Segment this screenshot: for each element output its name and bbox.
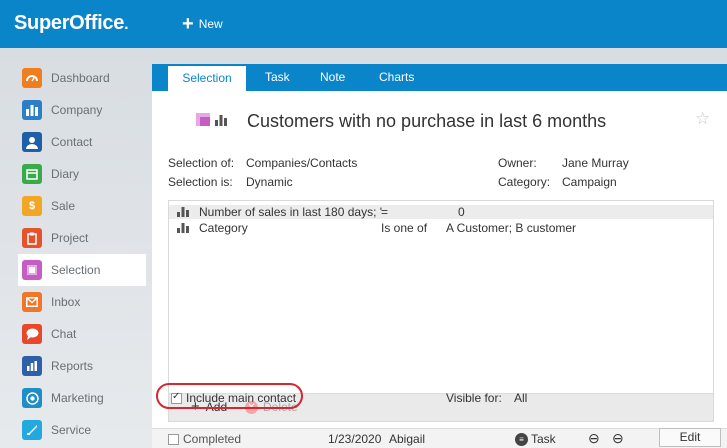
task-icon: ≡ bbox=[515, 432, 528, 446]
dashboard-icon bbox=[22, 68, 42, 88]
selection-icon bbox=[22, 260, 42, 280]
tab-task[interactable]: Task bbox=[265, 64, 290, 91]
selection-is-value: Dynamic bbox=[246, 175, 293, 189]
completed-checkbox[interactable]: Completed bbox=[168, 432, 241, 446]
new-button[interactable]: + New bbox=[182, 13, 223, 35]
sidebar-item-label: Selection bbox=[51, 263, 101, 277]
sidebar-item-marketing[interactable]: Marketing bbox=[18, 382, 146, 414]
sidebar-item-company[interactable]: Company bbox=[18, 94, 146, 126]
sidebar-item-label: Project bbox=[51, 231, 89, 245]
service-icon bbox=[22, 420, 42, 440]
owner-value: Jane Murray bbox=[562, 156, 629, 170]
tab-charts[interactable]: Charts bbox=[379, 64, 414, 91]
project-icon bbox=[22, 228, 42, 248]
field-icon bbox=[177, 222, 189, 236]
favorite-star-icon[interactable]: ☆ bbox=[695, 109, 710, 129]
visible-for-label: Visible for: bbox=[446, 391, 502, 405]
sidebar-item-reports[interactable]: Reports bbox=[18, 350, 146, 382]
company-icon bbox=[22, 100, 42, 120]
checkbox-unchecked-icon[interactable] bbox=[168, 434, 179, 445]
sidebar-item-inbox[interactable]: Inbox bbox=[18, 286, 146, 318]
plus-icon: + bbox=[182, 13, 194, 35]
category-value: Campaign bbox=[562, 175, 617, 189]
contact-icon bbox=[22, 132, 42, 152]
criteria-operator: = bbox=[381, 205, 389, 219]
diary-icon bbox=[22, 164, 42, 184]
next-arrow-icon[interactable]: ⊖ bbox=[612, 430, 624, 447]
sidebar-item-selection[interactable]: Selection bbox=[18, 254, 146, 286]
inbox-icon bbox=[22, 292, 42, 312]
tab-selection[interactable]: Selection bbox=[168, 64, 246, 91]
field-icon bbox=[177, 206, 189, 220]
sidebar-item-label: Inbox bbox=[51, 295, 81, 309]
top-bar: SuperOffice. + New bbox=[0, 0, 727, 48]
sidebar-item-diary[interactable]: Diary bbox=[18, 158, 146, 190]
superoffice-logo[interactable]: SuperOffice. bbox=[14, 12, 129, 35]
sidebar-item-label: Service bbox=[51, 423, 92, 437]
criteria-row[interactable]: Number of sales in last 180 days; ' = 0 bbox=[169, 205, 713, 219]
sidebar: Dashboard Company Contact Diary $ Sale P… bbox=[18, 62, 146, 446]
sidebar-item-project[interactable]: Project bbox=[18, 222, 146, 254]
criteria-operator: Is one of bbox=[381, 221, 428, 235]
criteria-row[interactable]: Category Is one of A Customer; B custome… bbox=[169, 221, 713, 235]
criteria-value: 0 bbox=[458, 205, 465, 219]
selection-of-value: Companies/Contacts bbox=[246, 156, 358, 170]
criteria-field: Number of sales in last 180 days; ' bbox=[199, 205, 383, 219]
owner-label: Owner: bbox=[498, 156, 537, 170]
task-label: Task bbox=[531, 432, 556, 446]
sidebar-item-service[interactable]: Service bbox=[18, 414, 146, 446]
criteria-value: A Customer; B customer bbox=[446, 221, 577, 235]
sidebar-item-label: Diary bbox=[51, 167, 80, 181]
category-label: Category: bbox=[498, 175, 551, 189]
sidebar-item-label: Dashboard bbox=[51, 71, 110, 85]
sidebar-item-label: Marketing bbox=[51, 391, 104, 405]
completed-label: Completed bbox=[183, 432, 242, 446]
sidebar-item-contact[interactable]: Contact bbox=[18, 126, 146, 158]
new-button-label: New bbox=[198, 17, 223, 31]
task-button[interactable]: ≡ Task bbox=[515, 432, 556, 446]
sidebar-item-label: Sale bbox=[51, 199, 76, 213]
sidebar-item-chat[interactable]: Chat bbox=[18, 318, 146, 350]
selection-type-icon bbox=[196, 113, 227, 126]
tab-note[interactable]: Note bbox=[320, 64, 345, 91]
criteria-field: Category bbox=[199, 221, 248, 235]
chat-icon bbox=[22, 324, 42, 344]
reports-icon bbox=[22, 356, 42, 376]
selection-of-label: Selection of: bbox=[168, 156, 235, 170]
highlight-ring bbox=[156, 383, 303, 409]
sidebar-item-sale[interactable]: $ Sale bbox=[18, 190, 146, 222]
selection-is-label: Selection is: bbox=[168, 175, 233, 189]
tab-bar: Selection Task Note Charts bbox=[152, 64, 727, 91]
footer-date: 1/23/2020 bbox=[328, 432, 382, 446]
visible-for-value[interactable]: All bbox=[514, 391, 527, 405]
previous-arrow-icon[interactable]: ⊖ bbox=[588, 430, 600, 447]
sale-icon: $ bbox=[22, 196, 42, 216]
sidebar-item-label: Reports bbox=[51, 359, 94, 373]
edit-button[interactable]: Edit bbox=[659, 428, 721, 447]
sidebar-item-label: Chat bbox=[51, 327, 77, 341]
footer-bar: Completed 1/23/2020 Abigail ≡ Task ⊖ ⊖ E… bbox=[152, 428, 727, 448]
selection-title: Customers with no purchase in last 6 mon… bbox=[247, 111, 607, 131]
sidebar-item-label: Company bbox=[51, 103, 103, 117]
sidebar-item-dashboard[interactable]: Dashboard bbox=[18, 62, 146, 94]
marketing-icon bbox=[22, 388, 42, 408]
sidebar-item-label: Contact bbox=[51, 135, 93, 149]
footer-user: Abigail bbox=[389, 432, 426, 446]
